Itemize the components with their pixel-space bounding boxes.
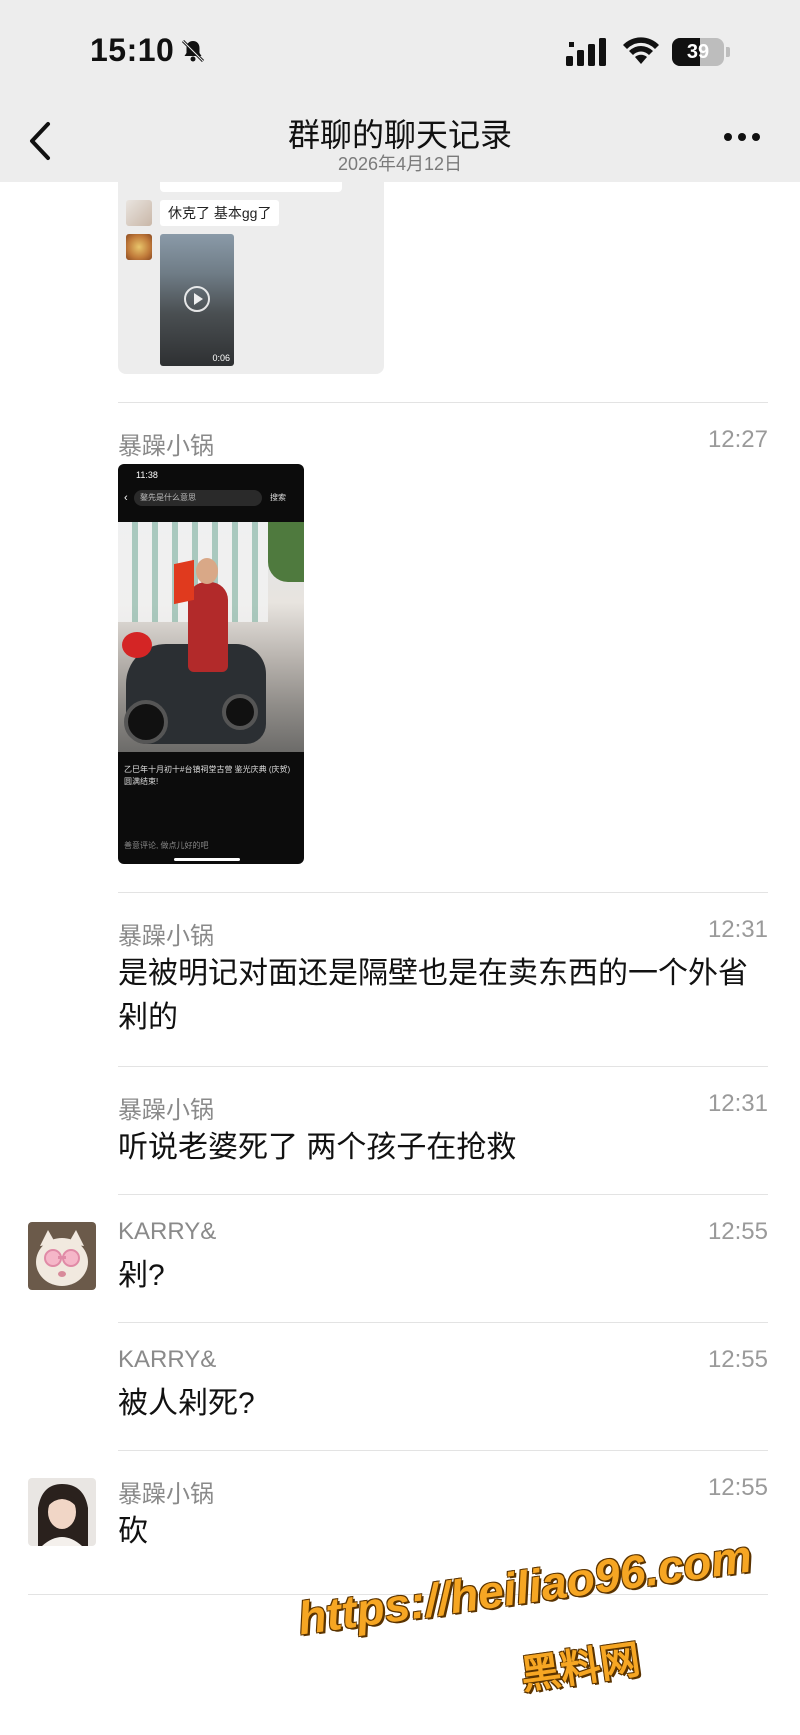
message-sender: KARRY& xyxy=(118,1346,217,1373)
message-text: 剁? xyxy=(118,1259,165,1292)
forwarded-message-bubble: 休克了 基本gg了 xyxy=(160,200,280,226)
message-time: 12:27 xyxy=(707,426,768,453)
bell-muted-icon xyxy=(181,39,205,63)
screenshot-photo xyxy=(118,522,304,752)
avatar[interactable] xyxy=(28,1222,96,1290)
screenshot-caption: 乙巳年十月初十#台镇祠堂古营 鉴光庆典 (庆贺)圆满结束! xyxy=(124,765,291,786)
message-text: 听说老婆死了 两个孩子在抢救 xyxy=(118,1131,517,1164)
divider xyxy=(118,402,768,403)
play-icon xyxy=(184,286,210,312)
divider xyxy=(118,892,768,893)
screenshot-time: 11:38 xyxy=(136,470,158,480)
more-options-icon[interactable] xyxy=(722,130,762,144)
message-time: 12:55 xyxy=(707,1346,768,1373)
message-time: 12:55 xyxy=(707,1218,768,1245)
message-sender: 暴躁小锅 xyxy=(118,1481,214,1508)
avatar xyxy=(126,234,152,260)
cellular-signal-icon xyxy=(566,38,606,66)
message-sender: KARRY& xyxy=(118,1218,217,1245)
status-time: 15:10 xyxy=(90,32,175,68)
status-bar: 15:10 39 xyxy=(0,0,800,100)
wifi-icon xyxy=(623,37,659,64)
screenshot-comment-input: 善意评论, 做点儿好的吧 xyxy=(124,841,209,850)
divider xyxy=(118,1450,768,1451)
message-time: 12:31 xyxy=(707,916,768,943)
battery-level: 39 xyxy=(686,41,710,63)
divider xyxy=(118,1194,768,1195)
screenshot-search-button: 搜索 xyxy=(270,493,286,502)
avatar-portrait-icon xyxy=(28,1478,96,1546)
message-text: 被人剁死? xyxy=(118,1387,255,1420)
message-sender: 暴躁小锅 xyxy=(118,1097,214,1124)
divider xyxy=(118,1322,768,1323)
battery-indicator: 39 xyxy=(672,38,724,66)
watermark-name: 黑料网 xyxy=(518,1637,644,1699)
nav-bar: 群聊的聊天记录 2026年4月12日 xyxy=(0,100,800,182)
avatar[interactable] xyxy=(28,1478,96,1546)
message-time: 12:55 xyxy=(707,1474,768,1501)
divider xyxy=(118,1066,768,1067)
message-sender: 暴躁小锅 xyxy=(118,433,214,460)
page-subtitle-date: 2026年4月12日 xyxy=(337,154,463,174)
message-time: 12:31 xyxy=(707,1090,768,1117)
avatar xyxy=(126,200,152,226)
avatar-cat-with-sunglasses-icon xyxy=(28,1222,96,1290)
screenshot-image[interactable]: 11:38 ‹ 鏊先是什么意思 搜索 乙巳年十月初十#台镇祠堂古营 鉴光庆典 (… xyxy=(118,464,304,864)
forwarded-chat-card[interactable]: 休克了 基本gg了 0:06 xyxy=(118,182,384,374)
message-sender: 暴躁小锅 xyxy=(118,923,214,950)
screenshot-search-bar: 鏊先是什么意思 xyxy=(134,490,262,506)
screenshot-back-icon: ‹ xyxy=(124,492,128,504)
video-duration: 0:06 xyxy=(212,353,230,363)
message-text: 是被明记对面还是隔壁也是在卖东西的一个外省剁的 xyxy=(118,957,748,1034)
forwarded-video-thumbnail[interactable]: 0:06 xyxy=(160,234,234,366)
